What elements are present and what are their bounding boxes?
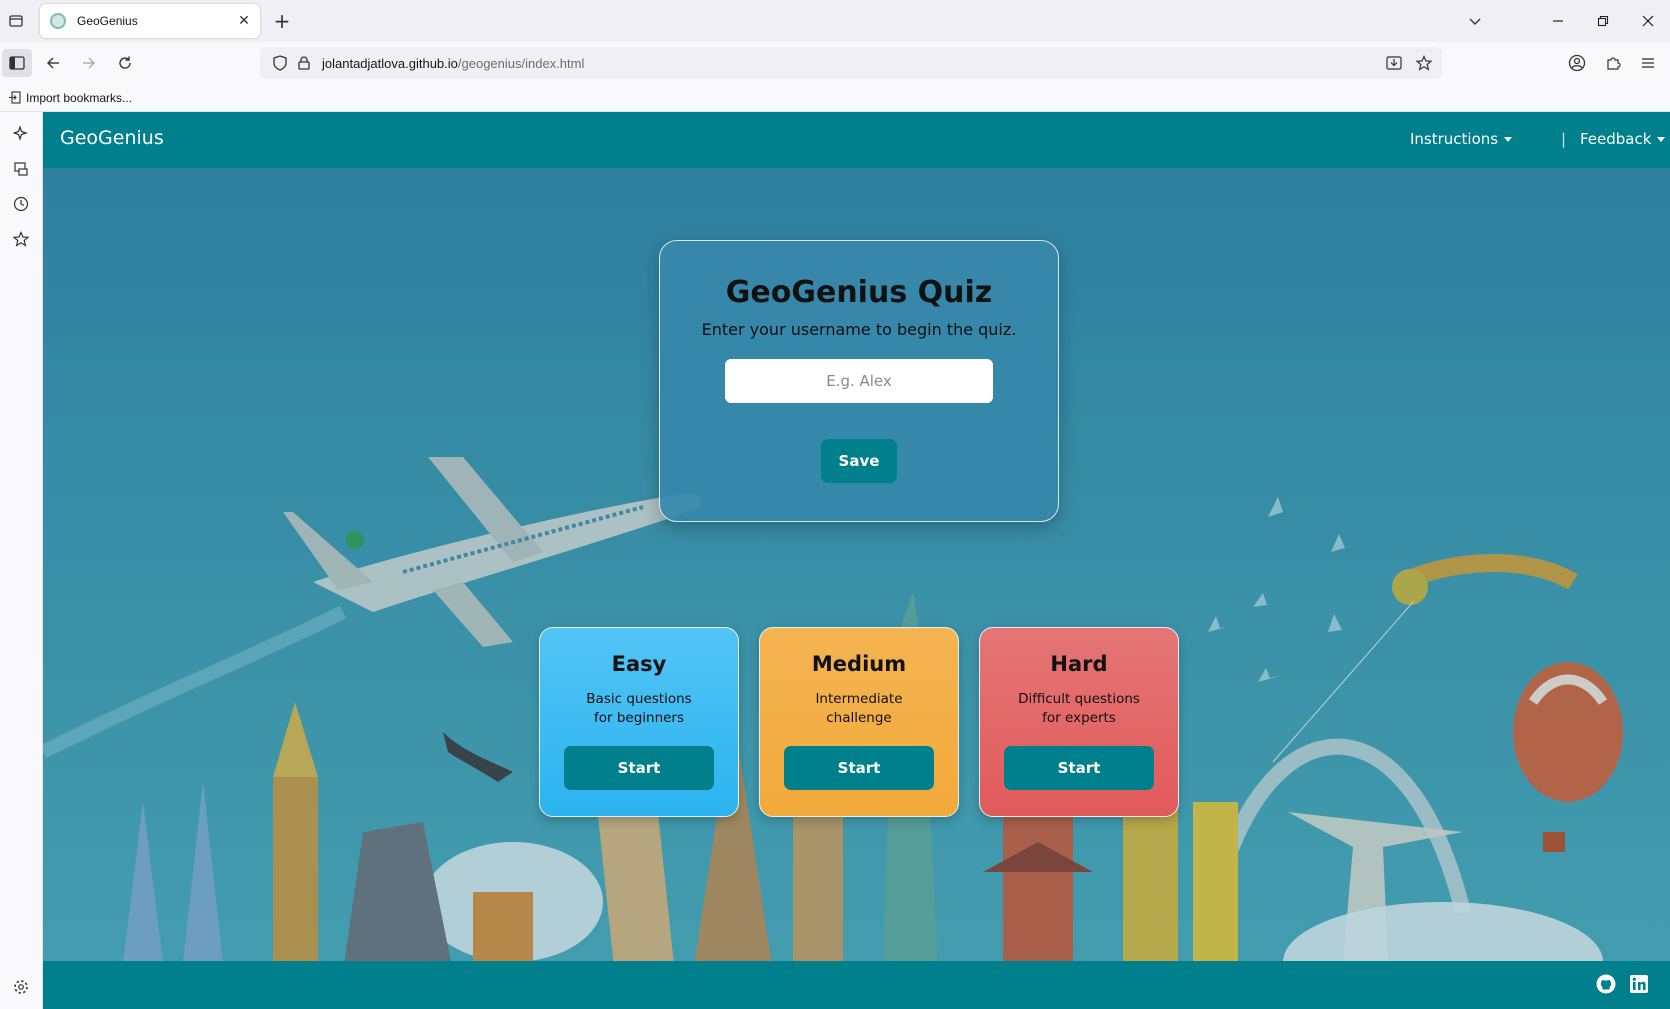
url-path: /geogenius/index.html: [457, 55, 585, 71]
menu-hamburger-icon[interactable]: [1633, 49, 1663, 77]
tab-overflow-chevron-icon[interactable]: [1462, 8, 1488, 34]
close-window-icon[interactable]: [1635, 8, 1661, 34]
level-description-line: Basic questions: [586, 691, 692, 707]
level-description-line: Intermediate: [815, 691, 903, 707]
site-brand[interactable]: GeoGenius: [60, 127, 164, 149]
nav-separator: |: [1561, 130, 1567, 148]
history-clock-icon[interactable]: [6, 189, 36, 219]
bookmark-star-icon[interactable]: [1412, 51, 1436, 75]
reload-icon[interactable]: [110, 49, 140, 77]
instructions-dropdown[interactable]: Instructions: [1410, 130, 1513, 148]
level-description-line: challenge: [826, 710, 892, 726]
settings-gear-icon[interactable]: [6, 972, 36, 1002]
username-card: GeoGenius Quiz Enter your username to be…: [659, 240, 1059, 522]
close-tab-icon[interactable]: ✕: [232, 9, 256, 33]
minimize-window-icon[interactable]: [1545, 8, 1571, 34]
username-input[interactable]: [725, 359, 993, 403]
import-bookmarks-icon: [6, 90, 22, 106]
site-favicon-icon: [50, 13, 66, 29]
account-icon[interactable]: [1562, 49, 1592, 77]
level-description: Difficult questions for experts: [1004, 690, 1154, 728]
start-easy-button[interactable]: Start: [564, 746, 714, 790]
save-button[interactable]: Save: [821, 439, 897, 483]
level-description-line: for beginners: [593, 710, 685, 726]
linkedin-icon[interactable]: [1628, 973, 1650, 995]
browser-nav-bar: jolantadjatlova.github.io/geogenius/inde…: [0, 42, 1670, 84]
url-host: jolantadjatlova.github.io: [322, 55, 458, 71]
caret-down-icon: [1657, 136, 1666, 142]
back-arrow-icon[interactable]: [38, 49, 68, 77]
extensions-puzzle-icon[interactable]: [1598, 49, 1628, 77]
browser-tab[interactable]: GeoGenius ✕: [40, 4, 260, 38]
level-description-line: for experts: [1042, 710, 1116, 726]
site-footer: [43, 961, 1670, 1009]
address-bar[interactable]: jolantadjatlova.github.io/geogenius/inde…: [260, 47, 1442, 79]
caret-down-icon: [1504, 136, 1513, 142]
level-description: Basic questions for beginners: [564, 690, 714, 728]
level-card-hard: Hard Difficult questions for experts Sta…: [979, 627, 1179, 817]
tracking-protection-shield-icon[interactable]: [268, 51, 292, 75]
level-title: Easy: [611, 652, 667, 676]
install-page-icon[interactable]: [1382, 51, 1406, 75]
ai-chatbot-sparkle-icon[interactable]: [6, 119, 36, 149]
level-description-line: Difficult questions: [1018, 691, 1140, 707]
forward-arrow-icon[interactable]: [74, 49, 104, 77]
start-hard-button[interactable]: Start: [1004, 746, 1154, 790]
browser-tab-bar: GeoGenius ✕ +: [0, 0, 1670, 42]
level-card-easy: Easy Basic questions for beginners Start: [539, 627, 739, 817]
import-bookmarks-link[interactable]: Import bookmarks...: [26, 91, 132, 105]
restore-window-icon[interactable]: [1590, 8, 1616, 34]
page-viewport: GeoGenius Instructions | Feedback GeoGen…: [43, 112, 1670, 1009]
sidebar-toggle-icon[interactable]: [2, 49, 32, 77]
synced-tabs-icon[interactable]: [6, 154, 36, 184]
lock-icon[interactable]: [292, 51, 316, 75]
url-text[interactable]: jolantadjatlova.github.io/geogenius/inde…: [322, 56, 584, 71]
level-title: Medium: [811, 652, 907, 676]
level-title: Hard: [1050, 652, 1108, 676]
github-icon[interactable]: [1595, 973, 1617, 995]
quiz-instructions: Enter your username to begin the quiz.: [701, 320, 1017, 339]
instructions-label: Instructions: [1410, 130, 1499, 148]
bookmarks-bar: Import bookmarks...: [0, 84, 1670, 112]
feedback-label: Feedback: [1580, 130, 1652, 148]
bookmarks-star-icon[interactable]: [6, 224, 36, 254]
quiz-title: GeoGenius Quiz: [725, 275, 993, 310]
site-navbar: GeoGenius Instructions | Feedback: [43, 112, 1670, 168]
feedback-dropdown[interactable]: Feedback: [1580, 130, 1666, 148]
new-tab-icon[interactable]: +: [270, 9, 294, 33]
tab-title: GeoGenius: [77, 14, 138, 28]
level-description: Intermediate challenge: [784, 690, 934, 728]
tab-list-icon[interactable]: [4, 9, 28, 33]
level-card-medium: Medium Intermediate challenge Start: [759, 627, 959, 817]
browser-sidebar: [0, 112, 43, 1009]
start-medium-button[interactable]: Start: [784, 746, 934, 790]
